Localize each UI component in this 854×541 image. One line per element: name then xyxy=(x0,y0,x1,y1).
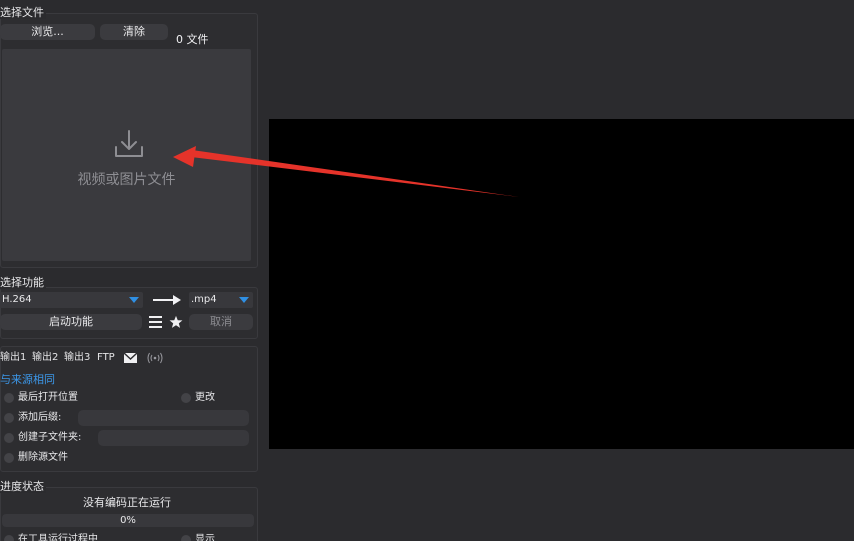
download-icon xyxy=(115,130,143,157)
tab-ftp[interactable]: FTP xyxy=(97,352,115,364)
format-value: .mp4 xyxy=(191,294,217,305)
bottom-option-left[interactable]: 在工具运行过程中 xyxy=(4,533,134,541)
checkbox[interactable] xyxy=(181,535,191,541)
encoding-status: 没有编码正在运行 xyxy=(83,496,171,509)
browse-button[interactable]: 浏览... xyxy=(0,24,95,40)
radio-button[interactable] xyxy=(4,393,14,403)
codec-select[interactable]: H.264 xyxy=(0,292,143,308)
checkbox[interactable] xyxy=(4,453,14,463)
chevron-down-icon xyxy=(239,297,249,303)
function-section-title: 选择功能 xyxy=(0,276,46,289)
file-count: 0 文件 xyxy=(176,33,209,46)
radio-button[interactable] xyxy=(181,393,191,403)
chevron-down-icon xyxy=(129,297,139,303)
same-as-source-link[interactable]: 与来源相同 xyxy=(0,371,55,387)
delete-source-label: 删除源文件 xyxy=(18,452,68,463)
tab-output3[interactable]: 输出3 xyxy=(64,352,90,364)
clear-button[interactable]: 清除 xyxy=(100,24,168,40)
create-subfolder-option[interactable]: 创建子文件夹: xyxy=(4,431,94,445)
checkbox[interactable] xyxy=(4,413,14,423)
suffix-input[interactable] xyxy=(78,410,249,426)
bottom-left-label: 在工具运行过程中 xyxy=(18,534,98,541)
file-section-title: 选择文件 xyxy=(0,6,46,19)
start-function-button[interactable]: 启动功能 xyxy=(0,314,142,330)
subfolder-input[interactable] xyxy=(98,430,249,446)
bottom-right-label: 显示 xyxy=(195,534,215,541)
tab-output2[interactable]: 输出2 xyxy=(32,352,58,364)
hamburger-menu-icon[interactable] xyxy=(149,316,162,328)
progress-text: 0% xyxy=(120,515,136,526)
checkbox[interactable] xyxy=(4,535,14,541)
cancel-button[interactable]: 取消 xyxy=(189,314,253,330)
checkbox[interactable] xyxy=(4,433,14,443)
delete-source-option[interactable]: 删除源文件 xyxy=(4,451,104,465)
add-suffix-label: 添加后缀: xyxy=(18,412,62,423)
last-open-label: 最后打开位置 xyxy=(18,392,78,403)
change-label: 更改 xyxy=(195,392,215,403)
last-open-option[interactable]: 最后打开位置 xyxy=(4,391,164,405)
format-select[interactable]: .mp4 xyxy=(189,292,253,308)
video-preview xyxy=(269,119,854,449)
add-suffix-option[interactable]: 添加后缀: xyxy=(4,411,74,425)
star-icon[interactable] xyxy=(169,315,183,329)
bottom-option-right[interactable]: 显示 xyxy=(181,533,241,541)
progress-section-title: 进度状态 xyxy=(0,480,46,493)
drop-hint: 视频或图片文件 xyxy=(77,172,176,188)
codec-value: H.264 xyxy=(2,294,32,305)
drop-zone[interactable]: 视频或图片文件 xyxy=(2,49,251,261)
right-arrow-icon xyxy=(153,295,181,305)
broadcast-icon[interactable] xyxy=(147,352,163,364)
progress-bar: 0% xyxy=(2,514,254,527)
create-subfolder-label: 创建子文件夹: xyxy=(18,432,82,443)
change-option[interactable]: 更改 xyxy=(181,391,241,405)
tab-output1[interactable]: 输出1 xyxy=(0,352,26,364)
mail-icon[interactable] xyxy=(124,353,137,363)
